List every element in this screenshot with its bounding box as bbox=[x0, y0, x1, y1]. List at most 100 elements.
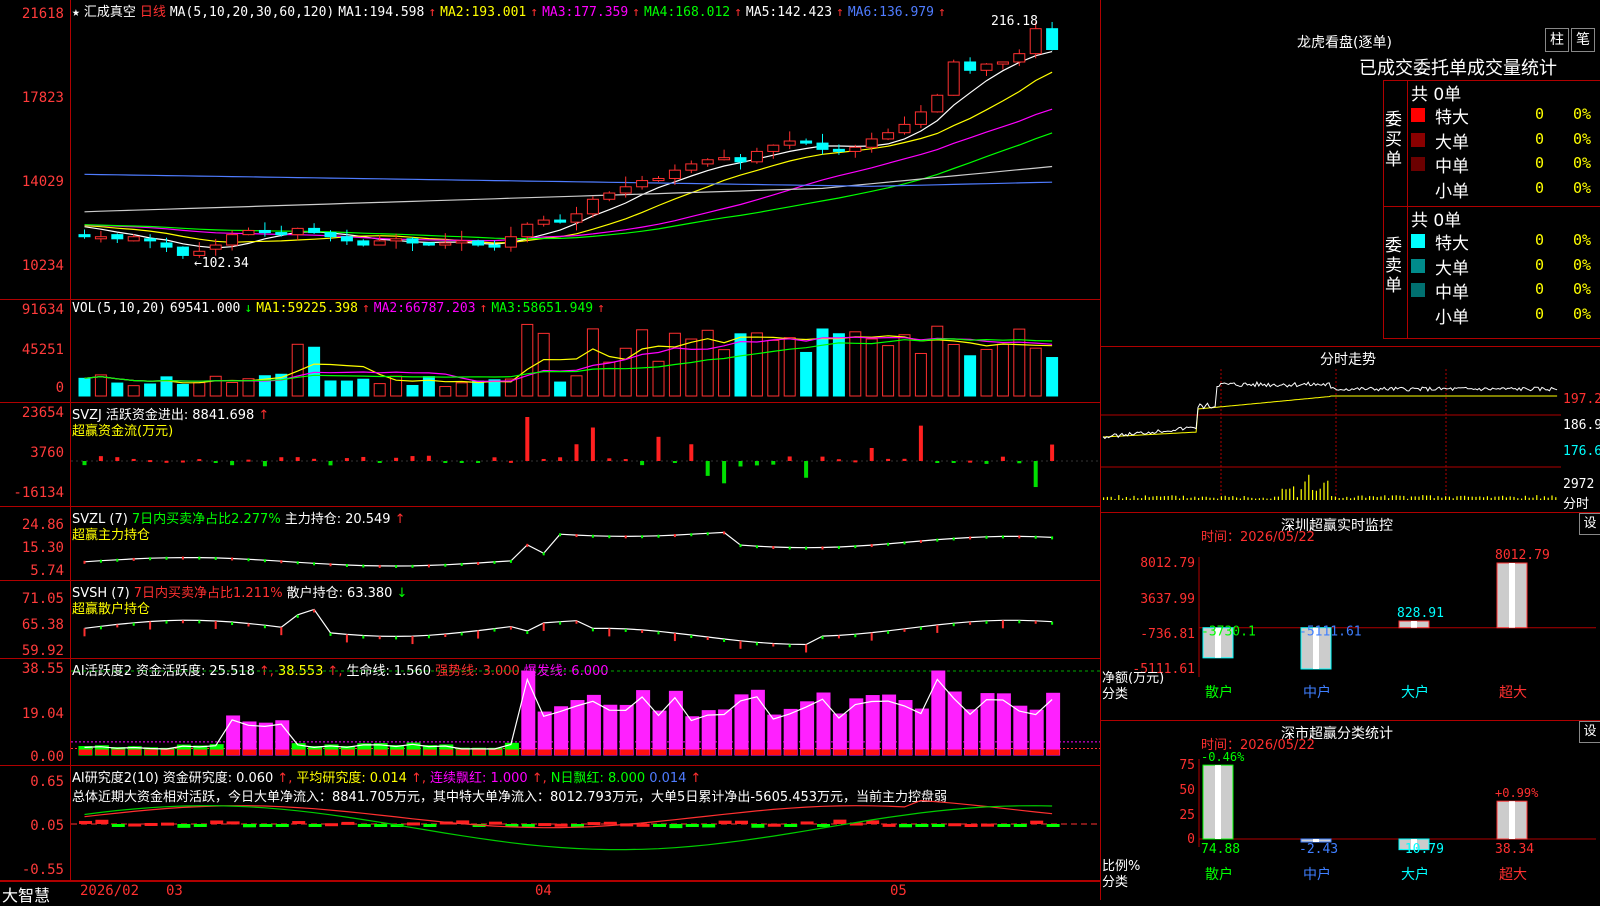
ai-research-chart[interactable] bbox=[71, 766, 1100, 881]
intraday-vol-bar bbox=[1300, 489, 1302, 500]
svzj-panel[interactable]: 23654 3760 -16134 SVZJ 活跃资金进出: 8841.698 ↑ 超… bbox=[0, 403, 1100, 507]
ai-activity-panel[interactable]: 38.55 19.04 0.00 AI活跃度2 资金活跃度: 25.518 ↑, 38.… bbox=[0, 659, 1100, 766]
ai-research-panel[interactable]: 0.65 0.05 -0.55 AI研究度2(10) 资金研究度: 0.060 ↑, 平… bbox=[0, 766, 1100, 881]
intraday-vol-bar bbox=[1277, 496, 1279, 500]
buy-color-swatch bbox=[1411, 132, 1425, 147]
longhu-panel: 龙虎看盘(逐单) 柱 笔 已成交委托单成交量统计 委买单 委卖单 共 0单 共 … bbox=[1100, 0, 1600, 346]
intraday-vol-bar bbox=[1167, 496, 1169, 500]
svsh-marker bbox=[952, 623, 955, 627]
svzl-marker bbox=[542, 552, 545, 556]
candle-body bbox=[226, 234, 239, 246]
ai2-base-bar bbox=[308, 749, 322, 755]
volume-bar bbox=[996, 343, 1009, 397]
category-bar-highlight bbox=[1509, 801, 1515, 839]
ai10-bar bbox=[784, 824, 798, 827]
volume-bar bbox=[947, 343, 960, 397]
ai2-bar bbox=[685, 716, 700, 756]
sz-category-panel[interactable]: 深市超赢分类统计 设 时间：2026/05/22 75 50 25 0 74.88 散户 -… bbox=[1100, 720, 1600, 900]
ai-activity-tick: 19.04 bbox=[21, 706, 64, 722]
ai2-base-bar bbox=[685, 749, 699, 755]
ai2-base-bar bbox=[833, 749, 847, 755]
sz-category-chart[interactable]: 75 50 25 0 74.88 散户 -0.46% -2.43 中户 -10.79 大户 38.34… bbox=[1101, 721, 1600, 901]
bar-tick: 3637.99 bbox=[1140, 592, 1195, 607]
volume-bar bbox=[636, 329, 649, 397]
intraday-vol-bar bbox=[1160, 496, 1162, 500]
ai-activity-chart[interactable] bbox=[71, 659, 1100, 766]
sz-monitor-chart[interactable]: 8012.793637.99-736.81-5111.61-3730.1散户-5… bbox=[1101, 513, 1600, 721]
volume-panel[interactable]: 91634 45251 0 VOL(5,10,20) 69541.000 ↓ MA1:… bbox=[0, 300, 1100, 403]
high-price-label: 216.18 bbox=[991, 14, 1038, 29]
intraday-vol-bar bbox=[1471, 496, 1473, 500]
intraday-vol-bar bbox=[1372, 496, 1374, 500]
candle-body bbox=[849, 146, 862, 152]
tick-mode-button[interactable]: 笔 bbox=[1571, 28, 1595, 52]
ai2-base-bar bbox=[800, 749, 814, 755]
svzl-marker bbox=[198, 556, 201, 560]
intraday-vol-bar bbox=[1369, 496, 1371, 500]
intraday-vol-bar bbox=[1114, 498, 1116, 500]
candle-body bbox=[472, 240, 485, 246]
ai10-bar bbox=[341, 821, 355, 825]
svsh-marker bbox=[657, 631, 660, 635]
ai10-bar bbox=[193, 824, 207, 827]
candle-body bbox=[390, 238, 403, 242]
ma5-line bbox=[84, 51, 1053, 249]
volume-bar bbox=[964, 355, 977, 397]
intraday-vol-bar bbox=[1494, 496, 1496, 500]
svsh-marker bbox=[329, 632, 332, 636]
ai2-base-bar bbox=[521, 749, 535, 755]
svzl-marker bbox=[772, 545, 775, 549]
svzl-marker bbox=[83, 560, 86, 564]
intraday-panel[interactable]: 分时走势 197.2 186.9 176.6 2972 分时 bbox=[1100, 346, 1600, 512]
svsh-chart[interactable] bbox=[71, 581, 1100, 659]
svzl-panel[interactable]: 24.86 15.30 5.74 SVZL (7) 7日内买卖净占比2.277% 主… bbox=[0, 507, 1100, 581]
ai2-base-bar bbox=[193, 749, 207, 755]
svzl-marker bbox=[887, 542, 890, 546]
ai10-bar bbox=[325, 823, 338, 827]
ai10-bar bbox=[128, 823, 142, 827]
intraday-vol-bar bbox=[1498, 496, 1500, 500]
svzj-y-axis: 23654 3760 -16134 bbox=[0, 403, 71, 506]
svzj-bar bbox=[361, 456, 366, 461]
svzl-marker bbox=[739, 544, 742, 548]
intraday-vol-bar bbox=[1384, 495, 1386, 500]
ai2-bar bbox=[554, 706, 569, 756]
svzj-bar bbox=[410, 456, 415, 461]
candle-body bbox=[127, 236, 140, 242]
ai10-bar bbox=[964, 823, 978, 827]
ai10-bar bbox=[931, 824, 945, 827]
volume-y-axis: 91634 45251 0 bbox=[0, 300, 71, 402]
kline-chart[interactable] bbox=[71, 0, 1100, 300]
svsh-marker bbox=[132, 622, 135, 626]
svzj-bar bbox=[230, 461, 235, 466]
intraday-vol-bar bbox=[1418, 496, 1420, 500]
volume-bar bbox=[472, 380, 485, 397]
sell-row-pct: 0% bbox=[1573, 304, 1592, 323]
bar-mode-button[interactable]: 柱 bbox=[1545, 28, 1569, 52]
buy-row-pct: 0% bbox=[1573, 178, 1592, 197]
svzl-marker bbox=[427, 564, 430, 568]
sz-monitor-panel[interactable]: 深圳超赢实时监控 设 时间：2026/05/22 8012.79 3637.99-… bbox=[1100, 512, 1600, 720]
svzl-marker bbox=[706, 532, 709, 536]
intraday-vol-bar bbox=[1513, 496, 1515, 500]
longhu-subtitle: 已成交委托单成交量统计 bbox=[1359, 58, 1557, 79]
kline-panel[interactable]: 21618 17823 14029 10234 ★ 汇成真空 日线 MA(5,10,2… bbox=[0, 0, 1100, 300]
svsh-marker bbox=[181, 620, 184, 624]
candle-body bbox=[144, 238, 157, 242]
intraday-chart[interactable] bbox=[1101, 369, 1600, 513]
svzl-chart[interactable] bbox=[71, 507, 1100, 581]
svsh-panel[interactable]: 71.05 65.38 59.92 SVSH (7) 7日内买卖净占比1.211%… bbox=[0, 581, 1100, 659]
intraday-vol-bar bbox=[1152, 496, 1154, 500]
ai2-base-bar bbox=[1013, 749, 1027, 755]
ai10-bar bbox=[718, 820, 732, 824]
volume-chart[interactable] bbox=[71, 300, 1100, 403]
svzj-chart[interactable] bbox=[71, 403, 1100, 507]
svsh-marker bbox=[395, 636, 398, 640]
bar-category-label: 超大 bbox=[1499, 867, 1527, 883]
bar-value-label: -3730.1 bbox=[1201, 625, 1256, 640]
buy-row-pct: 0% bbox=[1573, 129, 1592, 148]
candle-body bbox=[357, 240, 370, 246]
ai2-base-bar bbox=[489, 749, 502, 755]
candle-body bbox=[439, 242, 452, 246]
intraday-vol-bar bbox=[1236, 497, 1238, 500]
